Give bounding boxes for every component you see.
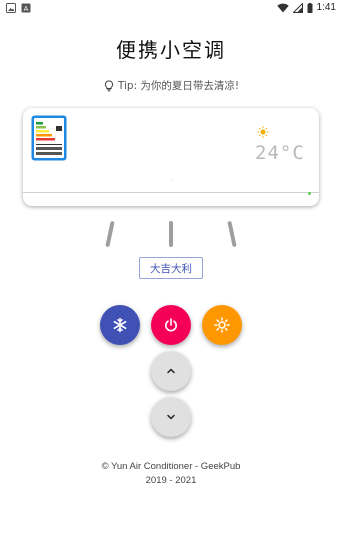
chevron-up-icon [167,368,175,374]
snowflake-icon [113,317,127,333]
sun-icon [214,317,230,333]
lightbulb-icon [104,79,113,91]
svg-text:A: A [24,6,29,13]
image-notification-icon [6,3,16,13]
notification-icons: A [6,3,31,13]
wind-line-left [105,220,115,248]
sun-mode-icon [257,126,269,138]
heat-mode-button[interactable] [202,305,242,345]
system-icons: 1:41 [276,2,336,13]
signal-icon [292,2,303,13]
chevron-down-icon [167,414,175,420]
tip-text: Tip: 为你的夏日带去清凉! [117,80,240,92]
temperature-up-button[interactable] [151,351,191,391]
wind-line-right [227,220,237,248]
temperature-down-button[interactable] [151,397,191,437]
ac-sensor: ∴ [170,178,174,184]
ac-status-led [308,192,311,195]
lucky-tag[interactable]: 大吉大利 [139,257,203,279]
status-bar: A 1:41 [0,0,342,16]
cool-mode-button[interactable] [100,305,140,345]
power-button[interactable] [151,305,191,345]
page-title: 便携小空调 [116,38,226,62]
battery-icon [307,2,313,13]
power-icon [165,318,177,332]
copyright-years: 2019 - 2021 [145,475,197,486]
tip-row: Tip: 为你的夏日带去清凉! [0,78,342,93]
energy-label-icon [31,115,67,161]
text-notification-icon: A [21,3,31,13]
wifi-icon [276,3,289,12]
ac-vent-line [23,192,319,193]
wind-line-center [169,221,173,247]
copyright-text: © Yun Air Conditioner - GeekPub [101,461,241,472]
clock: 1:41 [316,2,336,13]
air-conditioner-unit: 24°C ∴ [23,108,319,206]
temperature-display: 24°C [255,142,305,164]
